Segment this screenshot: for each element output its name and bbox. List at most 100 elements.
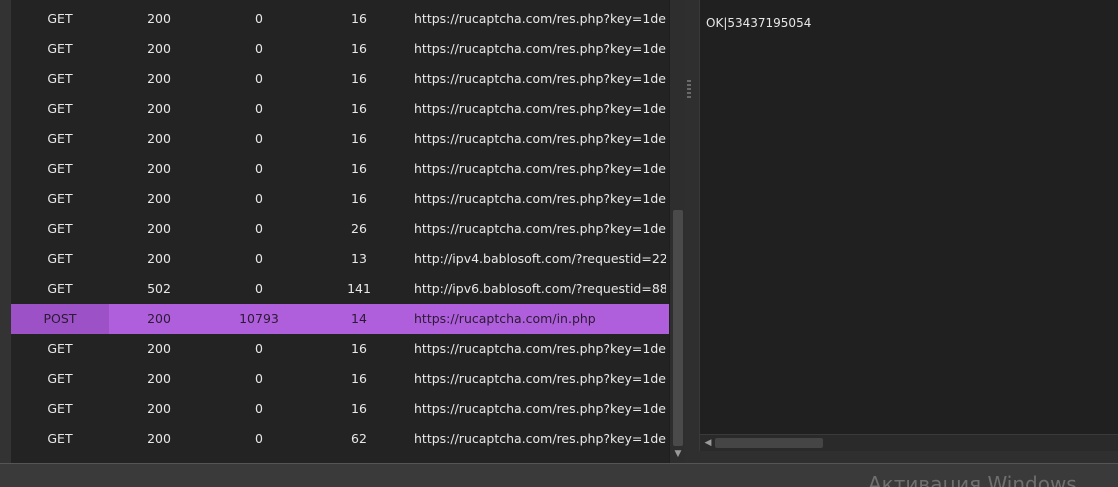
url-cell: https://rucaptcha.com/res.php?key=1dea..… [414,191,666,206]
status-cell: 200 [147,431,171,446]
method-cell: GET [47,281,73,296]
method-cell: GET [47,221,73,236]
method-cell: GET [47,131,73,146]
time-cell: 16 [351,161,367,176]
size-cell: 0 [255,101,263,116]
scroll-down-arrow-icon[interactable]: ▼ [672,448,684,460]
url-cell: https://rucaptcha.com/res.php?key=1dea..… [414,71,666,86]
status-cell: 200 [147,191,171,206]
size-cell: 0 [255,281,263,296]
table-row[interactable]: GET 200 0 16 https://rucaptcha.com/res.php?k… [11,394,669,424]
table-row[interactable]: GET 502 0 141 http://ipv6.bablosoft.com/?req… [11,274,669,304]
url-cell: https://rucaptcha.com/res.php?key=1dea..… [414,431,666,446]
table-row[interactable]: GET 200 0 16 https://rucaptcha.com/res.php?k… [11,64,669,94]
status-cell: 200 [147,251,171,266]
status-cell: 200 [147,11,171,26]
time-cell: 16 [351,131,367,146]
status-cell: 200 [147,161,171,176]
status-cell: 200 [147,41,171,56]
table-row[interactable]: GET 200 0 16 https://rucaptcha.com/res.php?k… [11,4,669,34]
table-row[interactable]: GET 200 0 16 https://rucaptcha.com/res.php?k… [11,184,669,214]
status-cell: 200 [147,101,171,116]
url-cell: https://rucaptcha.com/res.php?key=1dea..… [414,41,666,56]
url-cell: https://rucaptcha.com/res.php?key=1dea..… [414,101,666,116]
status-bar: Активация Windows [0,463,1118,487]
url-cell: http://ipv4.bablosoft.com/?requestid=226… [414,251,666,266]
time-cell: 16 [351,41,367,56]
table-row[interactable]: GET 200 0 13 http://ipv4.bablosoft.com/?requ… [11,244,669,274]
table-row[interactable]: GET 200 0 16 https://rucaptcha.com/res.php?k… [11,334,669,364]
time-cell: 16 [351,371,367,386]
size-cell: 0 [255,371,263,386]
url-cell: https://rucaptcha.com/res.php?key=1dea..… [414,401,666,416]
table-scroll-thumb[interactable] [673,210,683,446]
time-cell: 16 [351,341,367,356]
size-cell: 10793 [239,311,279,326]
status-cell: 502 [147,281,171,296]
size-cell: 0 [255,221,263,236]
scroll-left-arrow-icon[interactable]: ◀ [703,437,713,449]
table-vertical-scrollbar[interactable]: ▼ [669,0,686,463]
url-cell: https://rucaptcha.com/res.php?key=1dea..… [414,221,666,236]
time-cell: 16 [351,191,367,206]
response-scroll-thumb[interactable] [715,438,823,448]
size-cell: 0 [255,431,263,446]
pane-splitter[interactable] [685,0,699,463]
method-cell: GET [47,341,73,356]
table-row[interactable]: GET 200 0 26 https://rucaptcha.com/res.php?k… [11,214,669,244]
status-cell: 200 [147,371,171,386]
size-cell: 0 [255,191,263,206]
url-cell: https://rucaptcha.com/res.php?key=1dea..… [414,131,666,146]
method-cell: GET [47,431,73,446]
size-cell: 0 [255,11,263,26]
response-body-pane[interactable]: OK|53437195054 [699,0,1118,434]
time-cell: 14 [351,311,367,326]
method-cell: GET [47,371,73,386]
method-cell: GET [47,41,73,56]
table-row[interactable]: GET 200 0 16 https://rucaptcha.com/res.php?k… [11,34,669,64]
status-cell: 200 [147,221,171,236]
status-cell: 200 [147,71,171,86]
status-cell: 200 [147,131,171,146]
time-cell: 141 [347,281,371,296]
method-cell: POST [11,304,109,334]
url-cell: https://rucaptcha.com/res.php?key=1dea..… [414,161,666,176]
response-horizontal-scrollbar[interactable]: ◀ [699,434,1118,452]
size-cell: 0 [255,131,263,146]
method-cell: GET [47,191,73,206]
table-row[interactable]: GET 200 0 16 https://rucaptcha.com/res.php?k… [11,124,669,154]
size-cell: 0 [255,71,263,86]
time-cell: 16 [351,401,367,416]
method-cell: GET [47,71,73,86]
table-row[interactable]: GET 200 0 16 https://rucaptcha.com/res.php?k… [11,94,669,124]
time-cell: 62 [351,431,367,446]
table-row[interactable]: GET 200 0 62 https://rucaptcha.com/res.php?k… [11,424,669,454]
method-cell: GET [47,11,73,26]
size-cell: 0 [255,341,263,356]
size-cell: 0 [255,401,263,416]
method-cell: GET [47,251,73,266]
status-cell: 200 [147,311,171,326]
request-table: GET 200 0 16 https://rucaptcha.com/res.php?k… [11,0,669,463]
size-cell: 0 [255,251,263,266]
url-cell: https://rucaptcha.com/res.php?key=1dea..… [414,371,666,386]
table-row-selected[interactable]: POST 200 10793 14 https://rucaptcha.com/in.p… [11,304,669,334]
table-row[interactable]: GET 200 0 16 https://rucaptcha.com/res.php?k… [11,364,669,394]
table-row[interactable]: GET 200 0 16 https://rucaptcha.com/res.php?k… [11,154,669,184]
splitter-grip-icon[interactable] [687,80,691,100]
response-body-text: OK|53437195054 [706,16,812,30]
url-cell: https://rucaptcha.com/in.php [414,311,596,326]
status-cell: 200 [147,401,171,416]
size-cell: 0 [255,41,263,56]
proxy-log-window: GET 200 0 16 https://rucaptcha.com/res.php?k… [0,0,1118,487]
size-cell: 0 [255,161,263,176]
time-cell: 13 [351,251,367,266]
url-cell: https://rucaptcha.com/res.php?key=1dea..… [414,341,666,356]
url-cell: https://rucaptcha.com/res.php?key=1dea..… [414,11,666,26]
method-cell: GET [47,401,73,416]
url-cell: http://ipv6.bablosoft.com/?requestid=887… [414,281,666,296]
time-cell: 16 [351,11,367,26]
time-cell: 16 [351,101,367,116]
time-cell: 16 [351,71,367,86]
time-cell: 26 [351,221,367,236]
